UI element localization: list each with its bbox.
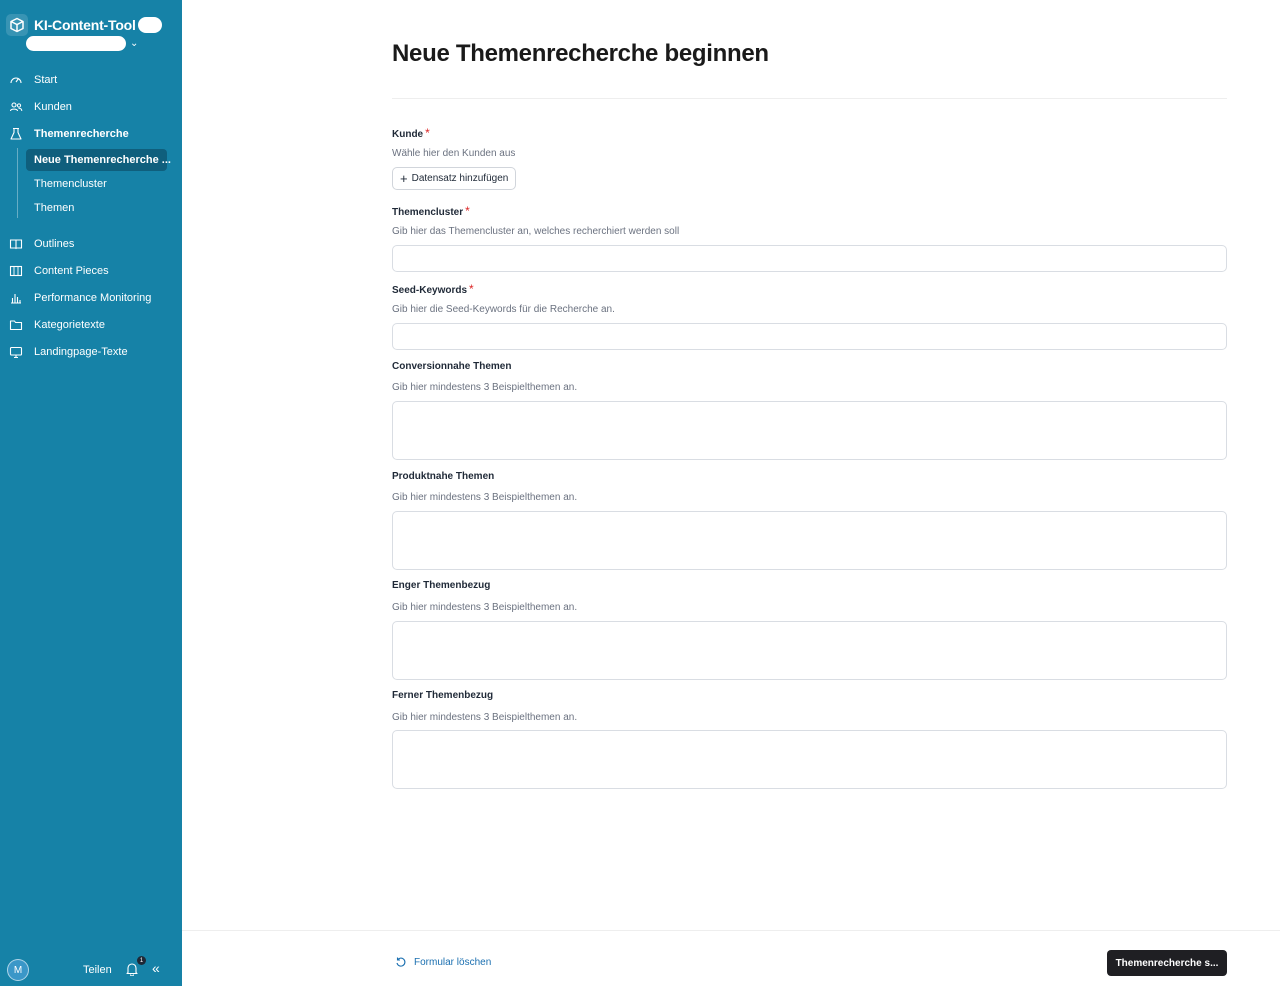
themencluster-label-text: Themencluster (392, 207, 464, 218)
bell-icon[interactable] (126, 962, 138, 976)
book-open-icon (9, 239, 23, 250)
ferner-themenbezug-textarea[interactable] (392, 730, 1227, 789)
title-divider (392, 98, 1227, 99)
ferner-themenbezug-help: Gib hier mindestens 3 Beispielthemen an. (392, 712, 578, 723)
seed-keywords-label: Seed-Keywords * (392, 282, 474, 296)
sidebar-subitem-themencluster[interactable]: Themencluster (26, 173, 167, 195)
seed-keywords-label-text: Seed-Keywords (392, 285, 468, 296)
reset-form-button[interactable]: Formular löschen (395, 956, 491, 968)
sidebar-item-label: Content Pieces (34, 265, 109, 277)
submenu-guide-line (17, 148, 18, 218)
brand[interactable]: KI-Content-Tool (6, 12, 162, 38)
produktnahe-help: Gib hier mindestens 3 Beispielthemen an. (392, 492, 578, 503)
share-button[interactable]: Teilen (83, 964, 112, 976)
sidebar-item-themenrecherche[interactable]: Themenrecherche (0, 122, 182, 146)
add-record-button[interactable]: + Datensatz hinzufügen (392, 167, 517, 190)
gauge-icon (10, 77, 22, 84)
redacted-workspace-name (26, 36, 126, 51)
bar-chart-icon (11, 294, 21, 304)
sidebar-subitem-neue-themenrecherche[interactable]: Neue Themenrecherche ... (26, 149, 171, 171)
kunde-label-text: Kunde (392, 129, 424, 140)
required-marker: * (465, 204, 470, 218)
sidebar-item-label: Performance Monitoring (34, 292, 152, 304)
sidebar-subitem-label: Neue Themenrecherche ... (34, 154, 171, 166)
sidebar-item-label: Themenrecherche (34, 128, 129, 140)
notification-badge: 1 (137, 956, 146, 965)
sidebar-item-label: Kunden (34, 101, 72, 113)
sidebar-item-performance-monitoring[interactable]: Performance Monitoring (0, 286, 182, 310)
sidebar-item-kategorietexte[interactable]: Kategorietexte (0, 313, 182, 337)
sidebar-item-label: Start (34, 74, 58, 86)
sidebar-item-content-pieces[interactable]: Content Pieces (0, 259, 182, 283)
enger-themenbezug-textarea[interactable] (392, 621, 1227, 680)
themencluster-label: Themencluster * (392, 204, 470, 218)
flask-icon (10, 127, 22, 140)
reset-form-label: Formular löschen (414, 956, 492, 968)
conversionnahe-label: Conversionnahe Themen (392, 361, 512, 372)
cube-logo-icon (6, 14, 28, 36)
sidebar-subitem-label: Themen (34, 202, 75, 214)
sidebar-footer: M Teilen 1 « (0, 950, 182, 986)
required-marker: * (469, 282, 474, 296)
kunde-help: Wähle hier den Kunden aus (392, 148, 516, 159)
sidebar-item-label: Outlines (34, 238, 75, 250)
sidebar-item-label: Kategorietexte (34, 319, 105, 331)
footer-divider (182, 930, 1280, 931)
app-title: KI-Content-Tool (34, 17, 136, 33)
themencluster-input[interactable] (392, 245, 1227, 272)
page-title: Neue Themenrecherche beginnen (392, 40, 769, 67)
seed-keywords-input[interactable] (392, 323, 1227, 350)
conversionnahe-textarea[interactable] (392, 401, 1227, 460)
enger-themenbezug-label: Enger Themenbezug (392, 580, 491, 591)
conversionnahe-help: Gib hier mindestens 3 Beispielthemen an. (392, 382, 578, 393)
avatar[interactable]: M (7, 959, 29, 981)
chevron-down-icon: ⌄ (130, 37, 139, 49)
users-icon (9, 102, 23, 112)
ferner-themenbezug-label: Ferner Themenbezug (392, 690, 494, 701)
produktnahe-label: Produktnahe Themen (392, 471, 495, 482)
plus-icon: + (400, 170, 408, 186)
enger-themenbezug-help: Gib hier mindestens 3 Beispielthemen an. (392, 602, 578, 613)
sidebar-item-outlines[interactable]: Outlines (0, 232, 182, 256)
sidebar: KI-Content-Tool ⌄ Start Kunden Themenrec… (0, 0, 182, 986)
add-record-label: Datensatz hinzufügen (411, 173, 509, 184)
main-content: Neue Themenrecherche beginnen Kunde * Wäh… (182, 0, 1280, 986)
sidebar-item-label: Landingpage-Texte (34, 346, 128, 358)
sidebar-item-start[interactable]: Start (0, 68, 182, 92)
kunde-label: Kunde * (392, 126, 430, 140)
themencluster-help: Gib hier das Themencluster an, welches r… (392, 226, 680, 237)
rotate-ccw-icon (396, 957, 406, 967)
sidebar-item-kunden[interactable]: Kunden (0, 95, 182, 119)
redacted-badge (137, 17, 162, 33)
collapse-sidebar-icon[interactable]: « (152, 960, 160, 976)
submit-button[interactable]: Themenrecherche s... (1107, 950, 1227, 976)
sidebar-subitem-themen[interactable]: Themen (26, 197, 167, 219)
book-icon (9, 265, 23, 277)
sidebar-subitem-label: Themencluster (34, 178, 107, 190)
workspace-switcher[interactable]: ⌄ (26, 36, 138, 51)
sidebar-item-landingpage-texte[interactable]: Landingpage-Texte (0, 340, 182, 364)
required-marker: * (425, 126, 430, 140)
produktnahe-textarea[interactable] (392, 511, 1227, 570)
seed-keywords-help: Gib hier die Seed-Keywords für die Reche… (392, 304, 615, 315)
monitor-icon (9, 346, 23, 359)
folder-icon (9, 320, 23, 331)
